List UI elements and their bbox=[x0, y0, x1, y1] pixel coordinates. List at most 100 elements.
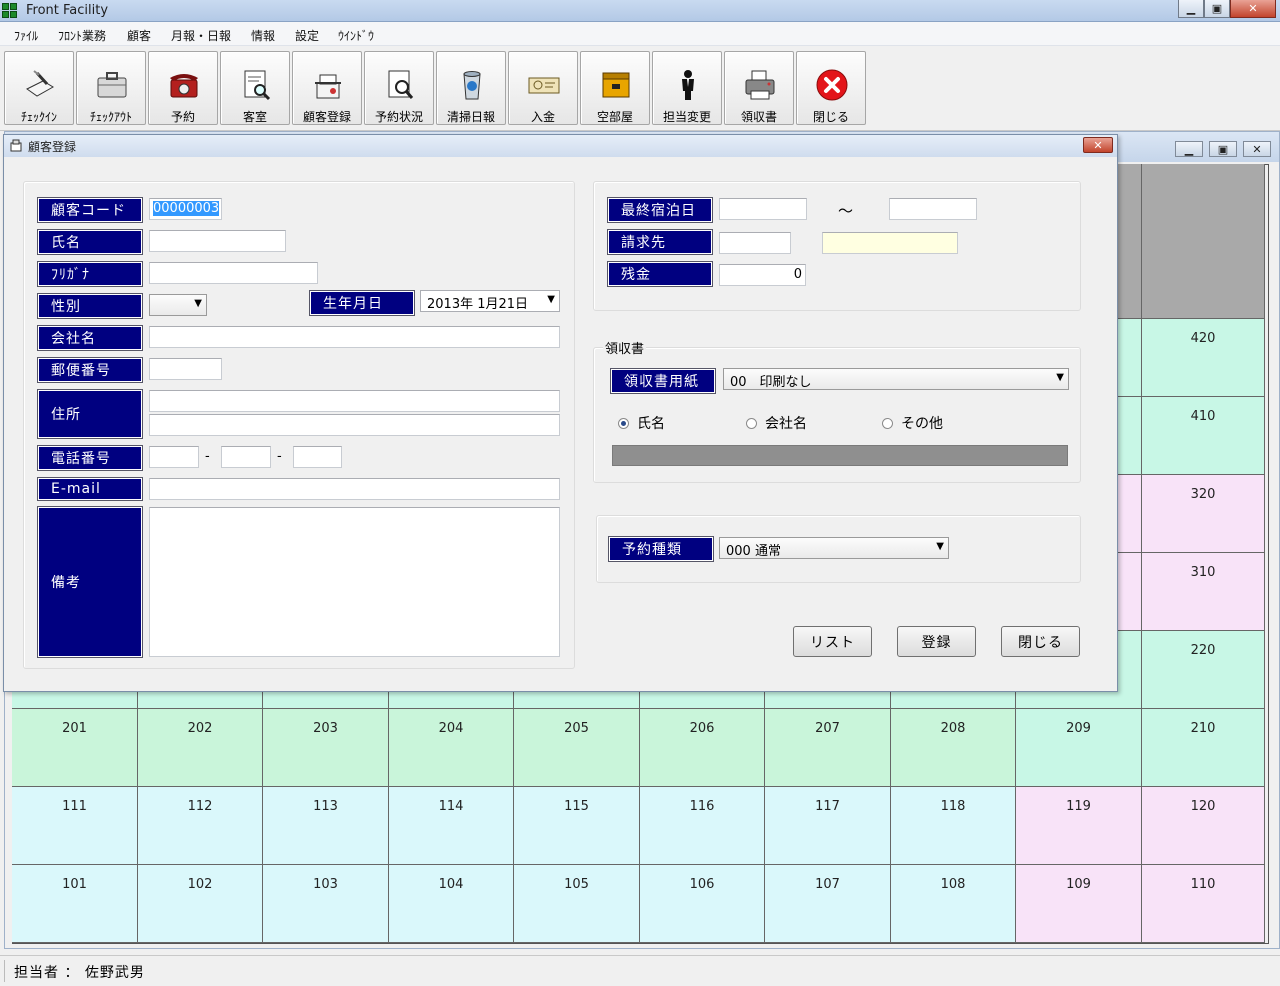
menu-customer[interactable]: 顧客 bbox=[127, 27, 151, 44]
room-cell-220[interactable]: 220 bbox=[1142, 631, 1265, 709]
menu-settings[interactable]: 設定 bbox=[295, 27, 319, 44]
company-field[interactable] bbox=[149, 326, 560, 348]
close-icon bbox=[814, 68, 850, 102]
company-label: 会社名 bbox=[37, 325, 143, 351]
room-cell-210[interactable]: 210 bbox=[1142, 709, 1265, 787]
receipt-option-other-radio[interactable]: その他 bbox=[882, 413, 943, 433]
address-label: 住所 bbox=[37, 389, 143, 439]
list-button[interactable]: リスト bbox=[793, 626, 872, 657]
phone-part3-field[interactable] bbox=[293, 446, 342, 468]
payment-button[interactable]: 入金 bbox=[508, 51, 578, 125]
room-button[interactable]: 客室 bbox=[220, 51, 290, 125]
room-cell-119[interactable]: 119 bbox=[1016, 787, 1142, 865]
room-cell-320[interactable]: 320 bbox=[1142, 475, 1265, 553]
menu-front-operations[interactable]: ﾌﾛﾝﾄ業務 bbox=[58, 27, 106, 44]
customer-register-icon bbox=[310, 68, 346, 102]
range-tilde: ～ bbox=[838, 202, 854, 220]
room-cell-420[interactable]: 420 bbox=[1142, 319, 1265, 397]
room-cell-109[interactable]: 109 bbox=[1016, 865, 1142, 943]
room-cell-206[interactable]: 206 bbox=[640, 709, 765, 787]
dialog-close-icon[interactable]: ✕ bbox=[1083, 137, 1113, 153]
notes-textarea[interactable] bbox=[149, 507, 560, 657]
birthdate-picker[interactable]: 2013年 1月21日 ▼ bbox=[420, 290, 560, 312]
room-cell-113[interactable]: 113 bbox=[263, 787, 389, 865]
room-cell-202[interactable]: 202 bbox=[138, 709, 263, 787]
postal-code-field[interactable] bbox=[149, 358, 222, 380]
room-cell-114[interactable]: 114 bbox=[389, 787, 514, 865]
reservation-type-select[interactable]: 000 通常 ▼ bbox=[719, 537, 949, 559]
toolbar-close-button[interactable]: 閉じる bbox=[796, 51, 866, 125]
room-cell-201[interactable]: 201 bbox=[12, 709, 138, 787]
phone-part2-field[interactable] bbox=[221, 446, 271, 468]
customer-register-button[interactable]: 顧客登録 bbox=[292, 51, 362, 125]
customer-registration-dialog: 顧客登録 ✕ 顧客コード 00000003 氏名 ﾌﾘｶﾞﾅ 性別 ▼ 生年月日… bbox=[3, 134, 1118, 692]
kana-field[interactable] bbox=[149, 262, 318, 284]
room-cell-110[interactable]: 110 bbox=[1142, 865, 1265, 943]
balance-field[interactable]: 0 bbox=[719, 264, 806, 286]
room-cell-112[interactable]: 112 bbox=[138, 787, 263, 865]
register-button[interactable]: 登録 bbox=[897, 626, 976, 657]
dialog-close-button[interactable]: 閉じる bbox=[1001, 626, 1080, 657]
room-cell-207[interactable]: 207 bbox=[765, 709, 891, 787]
menu-information[interactable]: 情報 bbox=[251, 27, 275, 44]
room-cell-103[interactable]: 103 bbox=[263, 865, 389, 943]
room-cell-107[interactable]: 107 bbox=[765, 865, 891, 943]
toolbar-label: 入金 bbox=[530, 110, 555, 124]
last-stay-from-field[interactable] bbox=[719, 198, 807, 220]
maximize-button[interactable]: ▣ bbox=[1204, 0, 1230, 18]
room-cell-205[interactable]: 205 bbox=[514, 709, 640, 787]
phone-part1-field[interactable] bbox=[149, 446, 199, 468]
receipt-option-name-radio[interactable]: 氏名 bbox=[618, 413, 665, 433]
billing-code-field[interactable] bbox=[719, 232, 791, 254]
room-cell-310[interactable]: 310 bbox=[1142, 553, 1265, 631]
reservation-status-button[interactable]: 予約状況 bbox=[364, 51, 434, 125]
room-cell-106[interactable]: 106 bbox=[640, 865, 765, 943]
receipt-option-company-radio[interactable]: 会社名 bbox=[746, 413, 807, 433]
room-map-close-button[interactable]: ✕ bbox=[1243, 141, 1271, 157]
room-cell-118[interactable]: 118 bbox=[891, 787, 1016, 865]
reservation-button[interactable]: 予約 bbox=[148, 51, 218, 125]
checkout-button[interactable]: ﾁｪｯｸｱｳﾄ bbox=[76, 51, 146, 125]
room-cell-102[interactable]: 102 bbox=[138, 865, 263, 943]
toolbar-label: ﾁｪｯｸｲﾝ bbox=[20, 110, 57, 124]
gender-select[interactable]: ▼ bbox=[149, 294, 207, 316]
receipt-button[interactable]: 領収書 bbox=[724, 51, 794, 125]
staff-change-icon bbox=[670, 68, 706, 102]
room-cell-104[interactable]: 104 bbox=[389, 865, 514, 943]
room-map-restore-button[interactable]: ▣ bbox=[1209, 141, 1237, 157]
room-cell-120[interactable]: 120 bbox=[1142, 787, 1265, 865]
last-stay-to-field[interactable] bbox=[889, 198, 977, 220]
room-cell-203[interactable]: 203 bbox=[263, 709, 389, 787]
name-field[interactable] bbox=[149, 230, 286, 252]
cleaning-report-button[interactable]: 清掃日報 bbox=[436, 51, 506, 125]
room-cell-101[interactable]: 101 bbox=[12, 865, 138, 943]
room-cell-410[interactable]: 410 bbox=[1142, 397, 1265, 475]
customer-code-field[interactable]: 00000003 bbox=[149, 198, 222, 220]
room-cell-105[interactable]: 105 bbox=[514, 865, 640, 943]
phone-separator: - bbox=[205, 449, 210, 464]
menu-window[interactable]: ｳｲﾝﾄﾞｳ bbox=[338, 27, 374, 44]
address-line1-field[interactable] bbox=[149, 390, 560, 412]
menu-reports[interactable]: 月報・日報 bbox=[171, 27, 231, 44]
toolbar-label: ﾁｪｯｸｱｳﾄ bbox=[89, 110, 132, 124]
receipt-paper-select[interactable]: 00 印刷なし ▼ bbox=[723, 368, 1069, 390]
room-cell-empty[interactable] bbox=[1142, 164, 1265, 319]
checkin-button[interactable]: ﾁｪｯｸｲﾝ bbox=[4, 51, 74, 125]
room-cell-111[interactable]: 111 bbox=[12, 787, 138, 865]
room-cell-108[interactable]: 108 bbox=[891, 865, 1016, 943]
staff-change-button[interactable]: 担当変更 bbox=[652, 51, 722, 125]
window-close-button[interactable]: ✕ bbox=[1230, 0, 1276, 18]
minimize-button[interactable]: ▁ bbox=[1178, 0, 1204, 18]
email-field[interactable] bbox=[149, 478, 560, 500]
menu-file[interactable]: ﾌｧｲﾙ bbox=[14, 27, 38, 44]
vacant-room-button[interactable]: 空部屋 bbox=[580, 51, 650, 125]
room-cell-204[interactable]: 204 bbox=[389, 709, 514, 787]
room-cell-208[interactable]: 208 bbox=[891, 709, 1016, 787]
room-map-minimize-button[interactable]: ▁ bbox=[1175, 141, 1203, 157]
address-line2-field[interactable] bbox=[149, 414, 560, 436]
room-cell-115[interactable]: 115 bbox=[514, 787, 640, 865]
room-cell-116[interactable]: 116 bbox=[640, 787, 765, 865]
receipt-paper-label: 領収書用紙 bbox=[610, 368, 716, 394]
room-cell-117[interactable]: 117 bbox=[765, 787, 891, 865]
room-cell-209[interactable]: 209 bbox=[1016, 709, 1142, 787]
